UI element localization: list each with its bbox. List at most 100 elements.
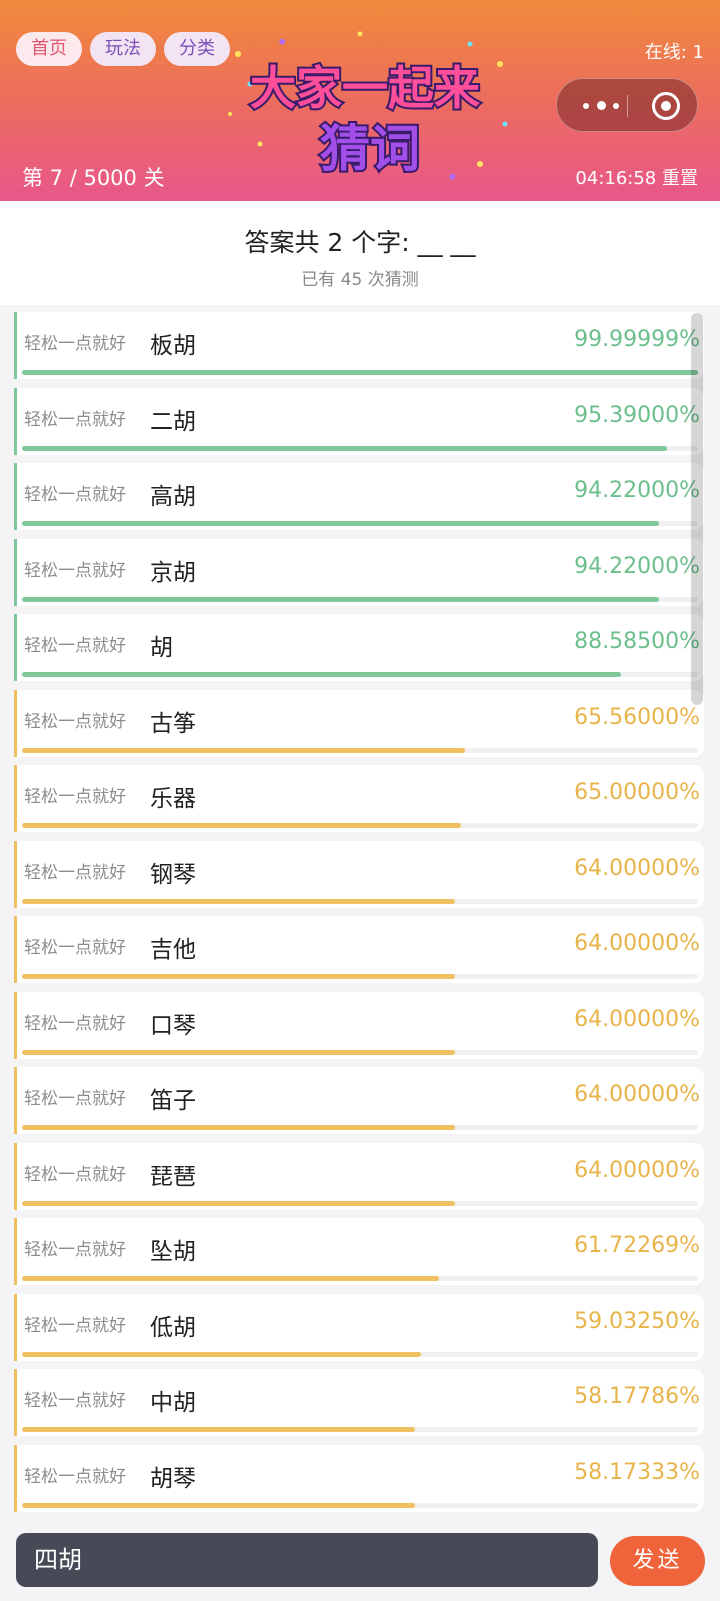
similarity-track xyxy=(22,1200,698,1206)
answer-panel: 答案共 2 个字: __ __ 已有 45 次猜测 xyxy=(0,201,720,305)
similarity-bar xyxy=(22,974,455,979)
similarity-bar xyxy=(22,1502,416,1508)
guess-list[interactable]: 轻松一点就好 板胡 99.99999% 轻松一点就好 二胡 95.39000% 轻松一点就好… xyxy=(0,310,720,1520)
close-miniprogram-icon[interactable] xyxy=(652,92,680,120)
guess-word: 胡琴 xyxy=(150,1465,196,1492)
guess-input[interactable] xyxy=(16,1533,598,1587)
rules-button[interactable]: 玩法 xyxy=(90,32,156,66)
guess-row: 轻松一点就好 胡琴 58.17333% xyxy=(14,1444,704,1512)
guess-user: 轻松一点就好 xyxy=(24,409,126,430)
similarity-track xyxy=(22,1276,698,1281)
tier-stripe xyxy=(14,840,17,908)
guess-word: 笛子 xyxy=(150,1088,196,1114)
guess-user: 轻松一点就好 xyxy=(24,1013,126,1034)
similarity-bar xyxy=(22,823,462,828)
similarity-track xyxy=(22,1125,698,1130)
tier-stripe xyxy=(14,991,17,1059)
tier-stripe xyxy=(14,765,17,832)
tier-stripe xyxy=(14,1293,17,1361)
guess-row: 轻松一点就好 琵琶 64.00000% xyxy=(14,1142,704,1210)
guess-percent: 64.00000% xyxy=(574,1082,700,1107)
guess-user: 轻松一点就好 xyxy=(24,1089,126,1109)
guess-user: 轻松一点就好 xyxy=(24,560,126,581)
guess-row: 轻松一点就好 二胡 95.39000% xyxy=(14,387,704,455)
guess-word: 乐器 xyxy=(150,786,196,812)
guess-user: 轻松一点就好 xyxy=(24,711,126,732)
online-count: 在线: 1 xyxy=(644,42,704,63)
guess-percent: 65.56000% xyxy=(574,704,700,730)
scrollbar[interactable] xyxy=(691,313,703,705)
similarity-bar xyxy=(22,1427,416,1432)
tier-stripe xyxy=(14,689,17,757)
guess-word: 吉他 xyxy=(150,937,196,963)
guess-word: 古筝 xyxy=(150,710,196,737)
guess-percent: 58.17333% xyxy=(574,1459,700,1485)
guess-row: 轻松一点就好 板胡 99.99999% xyxy=(14,312,704,379)
guess-user: 轻松一点就好 xyxy=(24,1164,126,1185)
more-menu-icon[interactable] xyxy=(579,79,627,133)
guess-word: 二胡 xyxy=(150,408,196,435)
similarity-bar xyxy=(22,898,455,904)
logo-line2: 猜词 xyxy=(320,120,420,178)
similarity-track xyxy=(22,445,698,451)
guess-row: 轻松一点就好 古筝 65.56000% xyxy=(14,689,704,757)
guess-row: 轻松一点就好 吉他 64.00000% xyxy=(14,916,704,983)
guess-percent: 64.00000% xyxy=(574,1006,700,1032)
guess-percent: 61.72269% xyxy=(574,1233,700,1258)
similarity-track xyxy=(22,1427,698,1432)
guess-word: 低胡 xyxy=(150,1314,196,1341)
guess-row: 轻松一点就好 笛子 64.00000% xyxy=(14,1067,704,1134)
guess-user: 轻松一点就好 xyxy=(24,787,126,807)
guess-user: 轻松一点就好 xyxy=(24,862,126,883)
guess-word: 中胡 xyxy=(150,1390,196,1416)
logo-line1: 大家一起来 xyxy=(250,61,480,115)
input-bar: 发送 xyxy=(0,1520,720,1601)
guess-word: 琵琶 xyxy=(150,1163,196,1190)
tier-stripe xyxy=(14,1218,17,1285)
guess-percent: 95.39000% xyxy=(574,402,700,428)
similarity-track xyxy=(22,1049,698,1055)
tier-stripe xyxy=(14,1369,17,1436)
guess-percent: 99.99999% xyxy=(574,327,700,352)
guess-row: 轻松一点就好 京胡 94.22000% xyxy=(14,538,704,606)
miniprogram-capsule xyxy=(556,78,698,132)
guess-percent: 64.00000% xyxy=(574,1157,700,1183)
guess-row: 轻松一点就好 高胡 94.22000% xyxy=(14,463,704,530)
similarity-track xyxy=(22,596,698,602)
tier-stripe xyxy=(14,1067,17,1134)
guess-word: 胡 xyxy=(150,635,173,661)
home-button[interactable]: 首页 xyxy=(16,32,82,66)
timer-reset[interactable]: 04:16:58 重置 xyxy=(575,164,698,190)
similarity-bar xyxy=(22,445,667,451)
similarity-track xyxy=(22,370,698,375)
similarity-track xyxy=(22,823,698,828)
similarity-bar xyxy=(22,1049,455,1055)
guess-count: 已有 45 次猜测 xyxy=(301,270,419,290)
tier-stripe xyxy=(14,463,17,530)
guess-percent: 58.17786% xyxy=(574,1384,700,1409)
similarity-bar xyxy=(22,1276,440,1281)
tier-stripe xyxy=(14,614,17,681)
guess-percent: 64.00000% xyxy=(574,931,700,956)
similarity-track xyxy=(22,1502,698,1508)
guess-user: 轻松一点就好 xyxy=(24,485,126,505)
similarity-bar xyxy=(22,596,659,602)
similarity-bar xyxy=(22,1200,455,1206)
guess-user: 轻松一点就好 xyxy=(24,636,126,656)
guess-user: 轻松一点就好 xyxy=(24,334,126,354)
tier-stripe xyxy=(14,916,17,983)
similarity-track xyxy=(22,747,698,753)
similarity-bar xyxy=(22,1125,455,1130)
header: 首页 玩法 分类 在线: 1 大家一起来 猜词 第 7 / 5000 关 04:… xyxy=(0,0,720,201)
similarity-track xyxy=(22,974,698,979)
similarity-track xyxy=(22,1351,698,1357)
guess-word: 高胡 xyxy=(150,484,196,510)
guess-row: 轻松一点就好 中胡 58.17786% xyxy=(14,1369,704,1436)
tier-stripe xyxy=(14,312,17,379)
send-button[interactable]: 发送 xyxy=(610,1536,705,1586)
guess-row: 轻松一点就好 乐器 65.00000% xyxy=(14,765,704,832)
guess-word: 钢琴 xyxy=(150,861,196,888)
guess-user: 轻松一点就好 xyxy=(24,938,126,958)
guess-word: 板胡 xyxy=(150,333,196,359)
guess-word: 坠胡 xyxy=(150,1239,196,1265)
